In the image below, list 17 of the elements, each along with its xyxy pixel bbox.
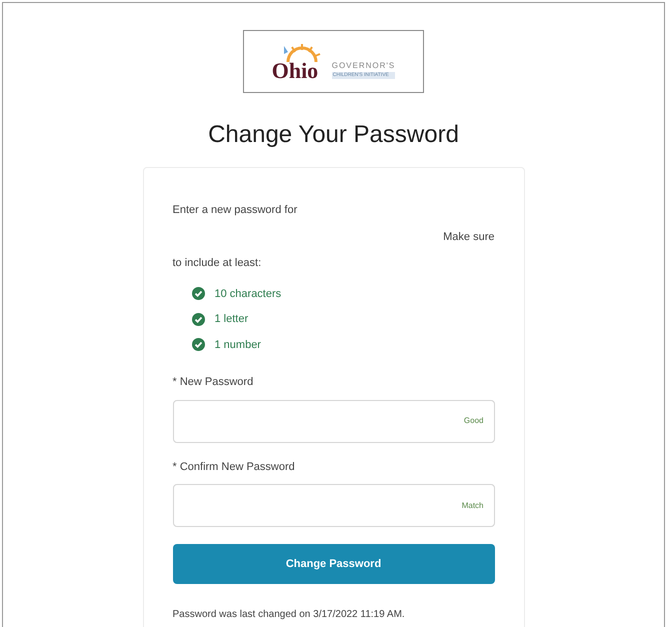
requirement-text: 1 letter <box>214 312 248 327</box>
footer-text: Password was last changed on 3/17/2022 11:19 AM. <box>172 608 406 622</box>
page-title: Change Your Password <box>208 120 459 150</box>
requirement-text: 10 characters <box>214 286 282 302</box>
requirement-text: 1 number <box>214 338 261 352</box>
password-field[interactable]: Match <box>172 484 494 527</box>
field-status: Good <box>464 415 484 427</box>
intro-text: to include at least: <box>172 256 262 271</box>
password-field[interactable]: Good <box>172 400 494 442</box>
logo-tagline: GOVERNOR'S <box>332 60 396 72</box>
field-label: * Confirm New Password <box>172 460 296 474</box>
change-password-button[interactable]: Change Password <box>172 544 494 584</box>
field-status: Match <box>462 500 484 512</box>
intro-text: Enter a new password for <box>172 203 298 218</box>
intro-text: Make sure <box>442 230 494 244</box>
field-label: * New Password <box>172 375 254 390</box>
logo-name: Ohio <box>272 60 318 82</box>
